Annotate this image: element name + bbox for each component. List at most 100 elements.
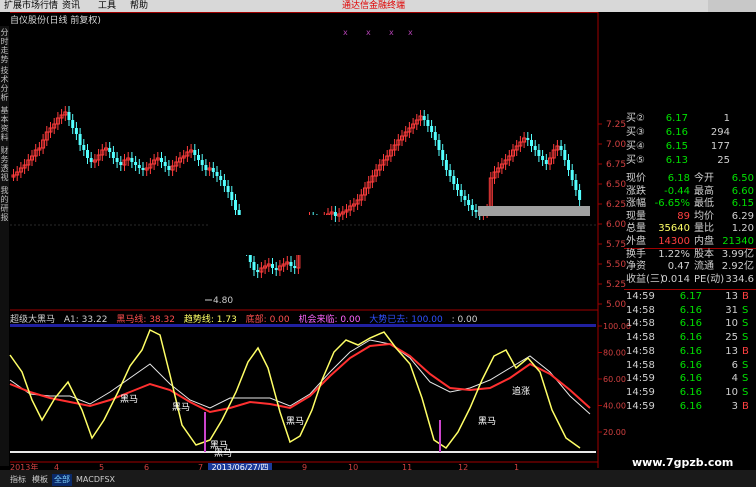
candle-body — [530, 140, 533, 146]
tick-time: 14:58 — [626, 318, 655, 330]
bid-volume: 1 — [723, 113, 730, 124]
candle-body — [422, 116, 426, 120]
tick-price: 6.16 — [679, 304, 702, 316]
bottom-tab-all[interactable]: 全部 — [52, 474, 72, 486]
candle-body — [200, 160, 204, 165]
candle-body — [448, 170, 452, 176]
candle-body — [533, 146, 537, 150]
tick-volume: 10 — [725, 386, 738, 398]
tick-time: 14:59 — [626, 400, 655, 412]
candle-body — [111, 152, 115, 158]
candle-body — [89, 158, 93, 162]
stat-value: 334.6 — [725, 273, 754, 285]
stat-value: 1.20 — [731, 223, 754, 235]
signal-label: 追涨 — [512, 385, 530, 397]
watermark: www.7gpzb.com — [632, 456, 734, 469]
bottom-tab-fsx[interactable]: FSX — [98, 474, 117, 486]
tick-price: 6.16 — [679, 400, 702, 412]
candle-body — [474, 210, 478, 212]
occluded-region — [210, 215, 330, 255]
signal-marker: x — [408, 28, 413, 37]
candle-body — [470, 205, 474, 210]
candle-body — [444, 160, 448, 170]
candle-body — [78, 134, 82, 145]
candle-body — [226, 186, 230, 192]
candle-body — [115, 158, 119, 162]
tick-time: 14:59 — [626, 386, 655, 398]
low-marker-label: 4.80 — [213, 296, 233, 306]
red-indicator-line — [9, 342, 591, 414]
bid-volume: 25 — [717, 155, 730, 166]
stat-label: 均价 — [694, 210, 714, 222]
tick-side: S — [742, 332, 749, 344]
candle-body — [74, 128, 78, 134]
candle-body — [563, 150, 567, 160]
tick-price: 6.16 — [679, 345, 702, 357]
candle-body — [333, 212, 337, 216]
indicator-header: 超级大黑马 A1: 33.22 黑马线: 38.32 趋势线: 1.73 底部:… — [10, 312, 610, 325]
bid-label: 买② — [626, 113, 645, 124]
candle-body — [130, 158, 134, 162]
candle-body — [86, 150, 89, 158]
candle-body — [163, 162, 167, 166]
bottom-tab-indicator[interactable]: 指标 — [8, 474, 28, 486]
candle-body — [230, 192, 234, 200]
tick-time: 14:58 — [626, 304, 655, 316]
candle-body — [433, 132, 437, 140]
indicator-axis-label: 40.00 — [603, 402, 626, 411]
indicator-qushi: 趋势线: 1.73 — [183, 315, 237, 325]
tick-row: 14:58 6.16 25 S — [624, 332, 756, 344]
tick-price: 6.17 — [679, 291, 702, 302]
stat-value: 6.15 — [731, 198, 754, 210]
tick-volume: 13 — [725, 291, 738, 302]
bid-row: 买③ 6.16 294 — [624, 127, 756, 139]
stat-row: 换手 1.22% 股本 3.99亿 — [624, 247, 756, 261]
stat-value: 2.92亿 — [721, 261, 754, 273]
bid-label: 买③ — [626, 127, 645, 138]
bottom-tab-template[interactable]: 模板 — [30, 474, 50, 486]
tick-volume: 13 — [725, 345, 738, 357]
stat-value: 6.29 — [731, 210, 754, 222]
indicator-axis-label: 80.00 — [603, 349, 626, 358]
candle-body — [271, 264, 274, 268]
candle-body — [141, 168, 145, 170]
tick-volume: 25 — [725, 332, 738, 344]
bid-label: 买⑤ — [626, 155, 645, 166]
tick-row: 14:59 6.16 10 S — [624, 387, 756, 399]
tick-side: B — [742, 345, 749, 357]
stat-label: 股本 — [694, 248, 714, 260]
stat-value: 6.18 — [667, 173, 690, 184]
stat-row: 外盘 14300 内盘 21340 — [624, 236, 756, 248]
bid-volume: 177 — [710, 141, 730, 152]
candle-body — [219, 176, 223, 180]
candle-body — [197, 155, 200, 160]
candle-body — [526, 138, 530, 140]
stat-value: 35640 — [658, 223, 690, 235]
stat-value: 14300 — [658, 236, 690, 247]
tick-price: 6.16 — [679, 373, 702, 385]
tick-row: 14:59 6.16 4 S — [624, 373, 756, 385]
stat-label: 涨幅 — [626, 198, 646, 210]
candle-body — [289, 262, 293, 266]
tick-price: 6.16 — [679, 359, 702, 371]
signal-marker: x — [366, 28, 371, 37]
tick-time: 14:58 — [626, 345, 655, 357]
candle-body — [467, 200, 471, 205]
stat-row: 净资 0.47 流通 2.92亿 — [624, 261, 756, 273]
tick-row: 14:59 6.17 13 B — [624, 289, 756, 303]
stat-label: 现价 — [626, 173, 646, 184]
bid-volume: 294 — [710, 127, 730, 138]
candle-body — [430, 126, 434, 132]
indicator-dibu: 底部: 0.00 — [245, 315, 290, 325]
bid-label: 买④ — [626, 141, 645, 152]
stat-row: 现价 6.18 今开 6.50 — [624, 173, 756, 185]
candle-body — [437, 140, 441, 150]
candle-body — [537, 150, 541, 156]
tick-row: 14:58 6.16 31 S — [624, 305, 756, 317]
candle-body — [578, 190, 582, 200]
candle-body — [204, 165, 208, 170]
candle-body — [570, 170, 574, 180]
tick-volume: 4 — [731, 373, 738, 385]
candle-body — [463, 196, 467, 200]
signal-marker: x — [343, 28, 348, 37]
